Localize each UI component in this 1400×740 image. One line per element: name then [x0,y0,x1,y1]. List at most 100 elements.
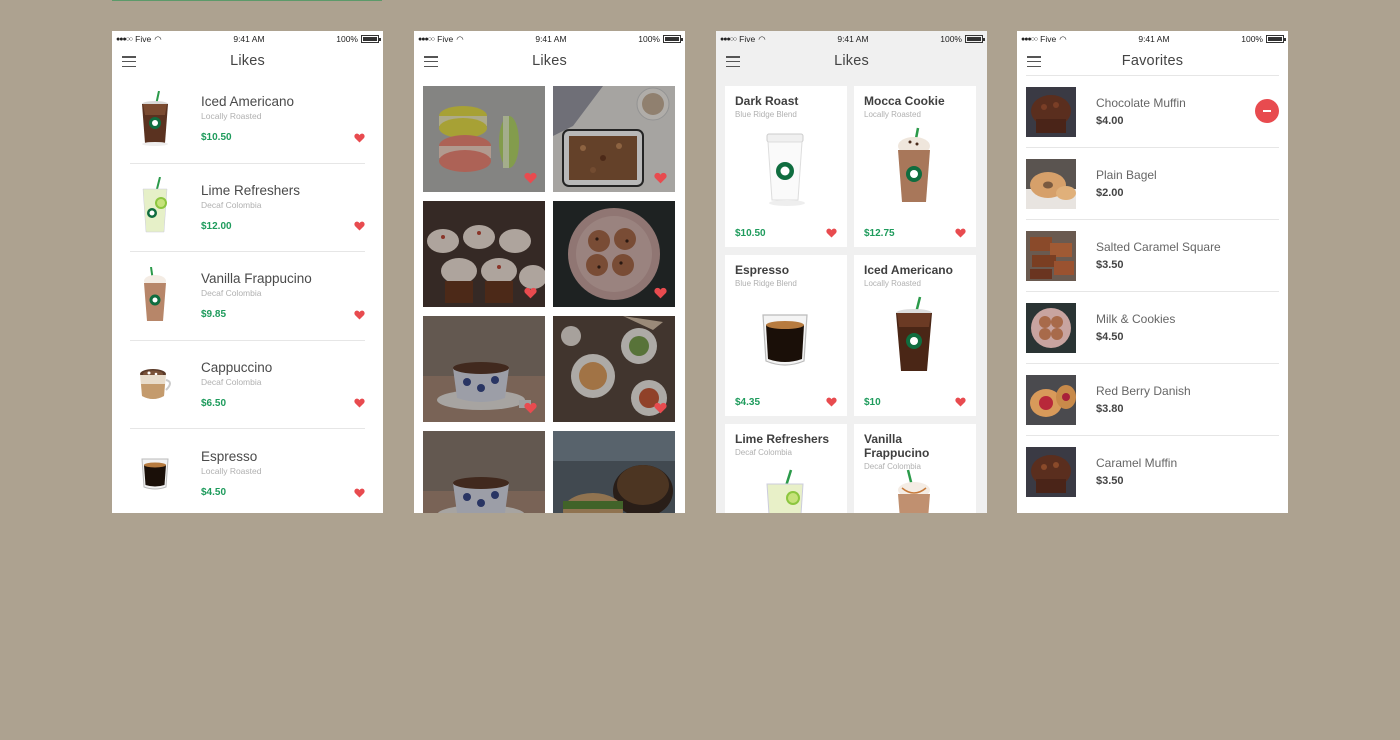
item-name: Red Berry Danish [1096,384,1191,398]
photo-tile-burger[interactable] [553,431,675,513]
iced-americano-image [896,296,932,371]
card-price: $10 [864,397,881,408]
favorites-list: Chocolate Muffin $4.00 Plain Bagel $2.00… [1017,75,1288,507]
item-price: $12.00 [201,220,232,232]
heart-icon[interactable] [654,287,667,299]
espresso-glass-image [762,314,808,366]
status-bar: ●●●○○ Five ◠ 9:41 AM 100% [1017,31,1288,47]
page-title: Likes [230,53,265,69]
photo-grid [414,75,685,513]
battery-icon [361,35,381,43]
heart-icon[interactable] [354,398,365,408]
product-card-grid: Dark Roast Blue Ridge Blend $10.50 Mocca… [716,75,987,513]
photo-tile-breakfast[interactable] [553,316,675,422]
card-origin: Blue Ridge Blend [735,279,797,288]
list-item[interactable]: Milk & Cookies $4.50 [1026,291,1279,363]
list-item[interactable]: Vanilla Frappucino Decaf Colombia $9.85 [130,252,365,341]
item-price: $10.50 [201,132,232,144]
heart-icon[interactable] [826,397,837,407]
photo-tile-cookies[interactable] [553,201,675,307]
hamburger-menu-icon[interactable] [122,56,136,68]
item-price: $9.85 [201,309,227,321]
item-name: Chocolate Muffin [1096,96,1186,110]
wifi-icon: ◠ [456,33,464,44]
card-price: $4.35 [735,397,761,408]
remove-button[interactable] [1255,99,1279,123]
wifi-icon: ◠ [154,33,162,44]
card-origin: Blue Ridge Blend [735,110,797,119]
status-bar: ●●●○○ Five ◠ 9:41 AM 100% [716,31,987,47]
item-price: $3.50 [1096,475,1124,487]
item-name: Plain Bagel [1096,168,1157,182]
list-item[interactable]: Plain Bagel $2.00 [1026,147,1279,219]
heart-icon[interactable] [354,133,365,143]
list-item[interactable]: Chocolate Muffin $4.00 [1026,75,1279,147]
lime-refresher-image [130,174,180,240]
heart-icon[interactable] [826,228,837,238]
page-title: Favorites [1121,53,1184,69]
hamburger-menu-icon[interactable] [1027,56,1041,68]
battery-icon [663,35,683,43]
phone-likes-cards: ●●●○○ Five ◠ 9:41 AM 100% Likes Dark Roast… [716,31,987,513]
iced-americano-image [130,86,180,152]
photo-tile-granola[interactable] [553,86,675,192]
product-card[interactable]: Vanilla Frappucino Decaf Colombia [854,424,976,513]
photo-tile-teacup[interactable] [423,316,545,422]
item-name: Lime Refreshers [201,182,301,198]
list-item[interactable]: Espresso Locally Roasted $4.50 [130,429,365,513]
heart-icon[interactable] [955,397,966,407]
battery-percent: 100% [336,34,358,44]
list-item[interactable]: Red Berry Danish $3.80 [1026,363,1279,435]
page-title: Likes [834,53,869,69]
carrier-label: Five [739,34,756,44]
item-origin: Locally Roasted [201,465,262,476]
status-time: 9:41 AM [837,34,869,44]
product-card[interactable]: Espresso Blue Ridge Blend $4.35 [725,255,847,416]
photo-tile-teacup-2[interactable] [423,431,545,513]
card-name: Dark Roast [735,94,799,108]
item-price: $4.00 [1096,115,1124,127]
heart-icon[interactable] [524,172,537,184]
red-berry-danish-photo [1026,374,1076,425]
heart-icon[interactable] [955,228,966,238]
hamburger-menu-icon[interactable] [726,56,740,68]
heart-icon[interactable] [524,287,537,299]
card-name: Mocca Cookie [864,94,945,108]
list-item[interactable]: Iced Americano Locally Roasted $10.50 [130,75,365,164]
photo-tile-cupcakes[interactable] [423,201,545,307]
signal-icon: ●●●○○ [418,35,435,43]
heart-icon[interactable] [354,221,365,231]
list-item[interactable]: Cappuccino Decaf Colombia $6.50 [130,341,365,429]
status-time: 9:41 AM [1138,34,1170,44]
carrier-label: Five [1040,34,1057,44]
plain-bagel-photo [1026,158,1076,209]
list-item[interactable]: Lime Refreshers Decaf Colombia $12.00 [130,164,365,252]
card-name: Lime Refreshers [735,432,830,446]
list-item[interactable]: Salted Caramel Square $3.50 [1026,219,1279,291]
heart-icon[interactable] [354,488,365,498]
lime-refresher-image [766,469,804,513]
signal-icon: ●●●○○ [720,35,737,43]
heart-icon[interactable] [354,310,365,320]
nav-bar: Favorites [1017,47,1288,75]
card-name: Vanilla Frappucino [864,432,930,460]
photo-tile-macarons[interactable] [423,86,545,192]
signal-icon: ●●●○○ [116,35,133,43]
dark-roast-cup-image [766,133,805,206]
item-name: Milk & Cookies [1096,312,1176,326]
status-bar: ●●●○○ Five ◠ 9:41 AM 100% [414,31,685,47]
product-card[interactable]: Dark Roast Blue Ridge Blend $10.50 [725,86,847,247]
product-card[interactable]: Lime Refreshers Decaf Colombia [725,424,847,513]
item-name: Caramel Muffin [1096,456,1178,470]
product-card[interactable]: Mocca Cookie Locally Roasted $12.75 [854,86,976,247]
product-card[interactable]: Iced Americano Locally Roasted $10 [854,255,976,416]
battery-percent: 100% [638,34,660,44]
heart-icon[interactable] [654,402,667,414]
heart-icon[interactable] [524,402,537,414]
list-item[interactable]: Caramel Muffin $3.50 [1026,435,1279,507]
vanilla-frappucino-image [898,469,930,513]
heart-icon[interactable] [654,172,667,184]
hamburger-menu-icon[interactable] [424,56,438,68]
carrier-label: Five [437,34,454,44]
signal-icon: ●●●○○ [1021,35,1038,43]
